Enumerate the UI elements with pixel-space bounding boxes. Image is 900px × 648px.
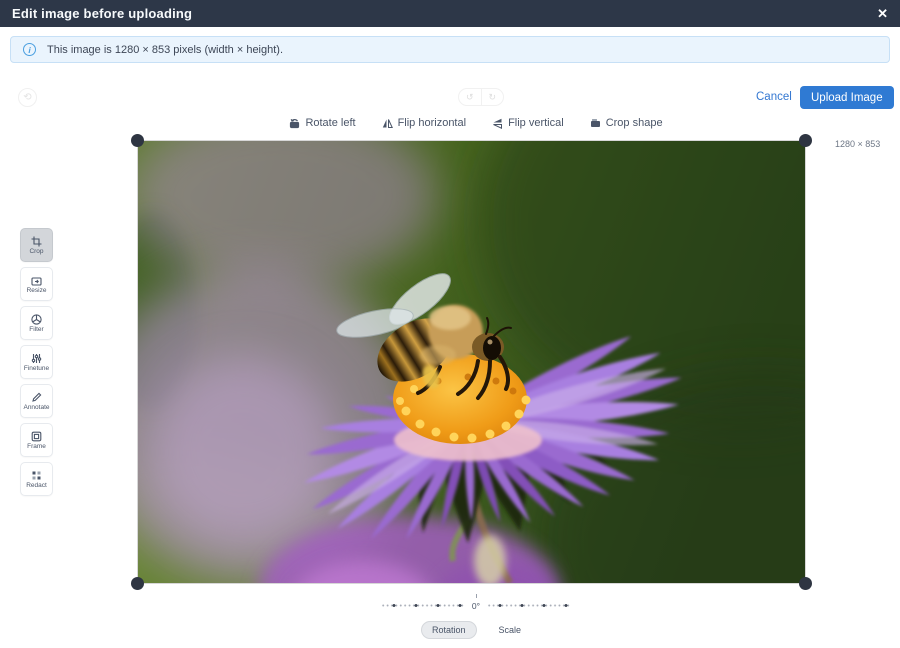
modal-title: Edit image before uploading bbox=[12, 6, 192, 21]
ruler-ticks-right[interactable] bbox=[487, 601, 571, 610]
flip-horizontal-button[interactable]: Flip horizontal bbox=[382, 117, 466, 129]
mode-switcher: Rotation Scale bbox=[0, 621, 900, 639]
modal-header: Edit image before uploading ✕ bbox=[0, 0, 900, 27]
redact-icon bbox=[31, 470, 42, 481]
crop-handle-bottom-right[interactable] bbox=[799, 577, 812, 590]
info-icon: i bbox=[23, 43, 36, 56]
sidebar-item-crop[interactable]: Crop bbox=[20, 228, 53, 262]
flip-vertical-icon bbox=[492, 118, 503, 129]
undo-icon[interactable]: ↺ bbox=[459, 89, 481, 105]
redo-icon[interactable]: ↻ bbox=[482, 89, 504, 105]
rotate-left-icon bbox=[289, 118, 300, 129]
flip-horizontal-icon bbox=[382, 118, 393, 129]
sidebar-item-annotate[interactable]: Annotate bbox=[20, 384, 53, 418]
image-size-text: This image is 1280 × 853 pixels (width ×… bbox=[47, 44, 283, 56]
resize-icon bbox=[31, 275, 42, 286]
filter-icon bbox=[31, 314, 42, 325]
close-icon[interactable]: ✕ bbox=[877, 6, 888, 22]
transform-toolbar: Rotate left Flip horizontal Flip vertica… bbox=[0, 117, 900, 129]
sidebar-item-resize[interactable]: Resize bbox=[20, 267, 53, 301]
finetune-icon bbox=[31, 353, 42, 364]
crop-icon bbox=[31, 236, 42, 247]
annotate-pencil-icon bbox=[31, 392, 42, 403]
rotation-ruler[interactable]: 0° bbox=[0, 599, 900, 611]
cancel-button[interactable]: Cancel bbox=[756, 91, 792, 103]
image-size-banner: i This image is 1280 × 853 pixels (width… bbox=[10, 36, 890, 63]
history-reset-icon[interactable]: ⟲ bbox=[18, 88, 37, 107]
flip-vertical-button[interactable]: Flip vertical bbox=[492, 117, 564, 129]
tab-rotation[interactable]: Rotation bbox=[421, 621, 477, 639]
undo-redo-group: ↺ ↻ bbox=[458, 88, 504, 106]
crop-handle-bottom-left[interactable] bbox=[131, 577, 144, 590]
crop-shape-button[interactable]: Crop shape bbox=[590, 117, 663, 129]
upload-image-button[interactable]: Upload Image bbox=[800, 86, 894, 109]
crop-shape-icon bbox=[590, 118, 601, 129]
sidebar-item-frame[interactable]: Frame bbox=[20, 423, 53, 457]
photo-bee-on-aster bbox=[138, 141, 805, 583]
crop-canvas[interactable] bbox=[138, 141, 805, 583]
rotate-left-button[interactable]: Rotate left bbox=[289, 117, 355, 129]
tool-sidebar: Crop Resize Filter Finetune Annotate Fra… bbox=[20, 228, 53, 496]
tab-scale[interactable]: Scale bbox=[489, 622, 532, 638]
crop-handle-top-left[interactable] bbox=[131, 134, 144, 147]
sidebar-item-filter[interactable]: Filter bbox=[20, 306, 53, 340]
crop-handle-top-right[interactable] bbox=[799, 134, 812, 147]
frame-icon bbox=[31, 431, 42, 442]
ruler-ticks-left[interactable] bbox=[381, 601, 465, 610]
sidebar-item-redact[interactable]: Redact bbox=[20, 462, 53, 496]
rotation-value: 0° bbox=[472, 599, 480, 611]
crop-dimensions-label: 1280 × 853 bbox=[835, 139, 880, 149]
sidebar-item-finetune[interactable]: Finetune bbox=[20, 345, 53, 379]
